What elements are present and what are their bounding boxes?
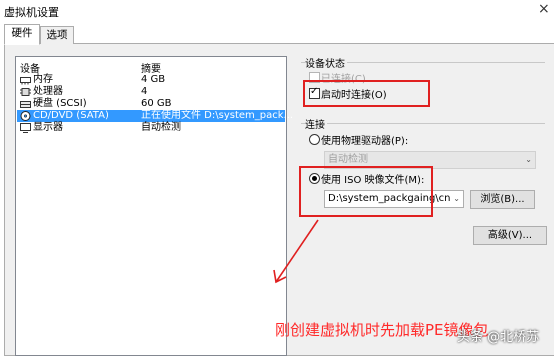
- device-summary: 自动检测: [141, 122, 181, 133]
- device-row-cdrom[interactable]: CD/DVD (SATA) 正在使用文件 D:\system_pack...: [17, 110, 293, 122]
- device-status-label: 设备状态: [305, 55, 347, 70]
- device-list[interactable]: 设备 摘要 内存 4 GB 处理器 4 硬盘 (SCSI) 60 GB CD/D…: [15, 56, 293, 356]
- memory-icon: [20, 77, 31, 85]
- device-name: 内存: [33, 74, 53, 85]
- cdrom-icon: [20, 111, 31, 121]
- physical-drive-radio[interactable]: [309, 134, 320, 145]
- device-row-processor[interactable]: 处理器 4: [17, 86, 285, 98]
- tab-options[interactable]: 选项: [40, 26, 74, 44]
- processor-icon: [20, 88, 31, 96]
- close-icon[interactable]: ×: [538, 1, 550, 17]
- chevron-down-icon: ⌄: [525, 155, 532, 164]
- device-summary: 4 GB: [141, 74, 166, 85]
- tab-hardware[interactable]: 硬件: [4, 24, 40, 45]
- device-summary: 60 GB: [141, 98, 172, 109]
- browse-button[interactable]: 浏览(B)...: [470, 190, 535, 209]
- device-row-harddisk[interactable]: 硬盘 (SCSI) 60 GB: [17, 98, 285, 110]
- advanced-button[interactable]: 高级(V)...: [473, 226, 547, 245]
- device-name: 显示器: [33, 122, 63, 133]
- watermark: 头条 @北桥苏: [457, 330, 540, 345]
- monitor-icon: [20, 123, 31, 133]
- window-title: 虚拟机设置: [4, 6, 59, 19]
- highlight-power-on-box: [303, 80, 430, 107]
- device-row-monitor[interactable]: 显示器 自动检测: [17, 122, 285, 134]
- device-name: CD/DVD (SATA): [33, 110, 109, 121]
- harddisk-icon: [20, 101, 31, 108]
- device-summary: 4: [141, 86, 148, 97]
- connection-divider: [301, 123, 545, 124]
- device-name: 硬盘 (SCSI): [33, 98, 87, 109]
- title-bar: [0, 0, 554, 22]
- chevron-down-icon: ⌄: [453, 194, 460, 203]
- column-header-device[interactable]: 设备: [20, 60, 40, 75]
- connection-label: 连接: [305, 116, 327, 131]
- column-header-summary[interactable]: 摘要: [141, 60, 161, 75]
- device-name: 处理器: [33, 86, 63, 97]
- device-summary: 正在使用文件 D:\system_pack...: [141, 110, 294, 121]
- arrow-icon: [273, 219, 319, 284]
- highlight-iso-box: [299, 166, 433, 217]
- device-row-memory[interactable]: 内存 4 GB: [17, 74, 285, 86]
- physical-drive-label: 使用物理驱动器(P):: [321, 136, 409, 147]
